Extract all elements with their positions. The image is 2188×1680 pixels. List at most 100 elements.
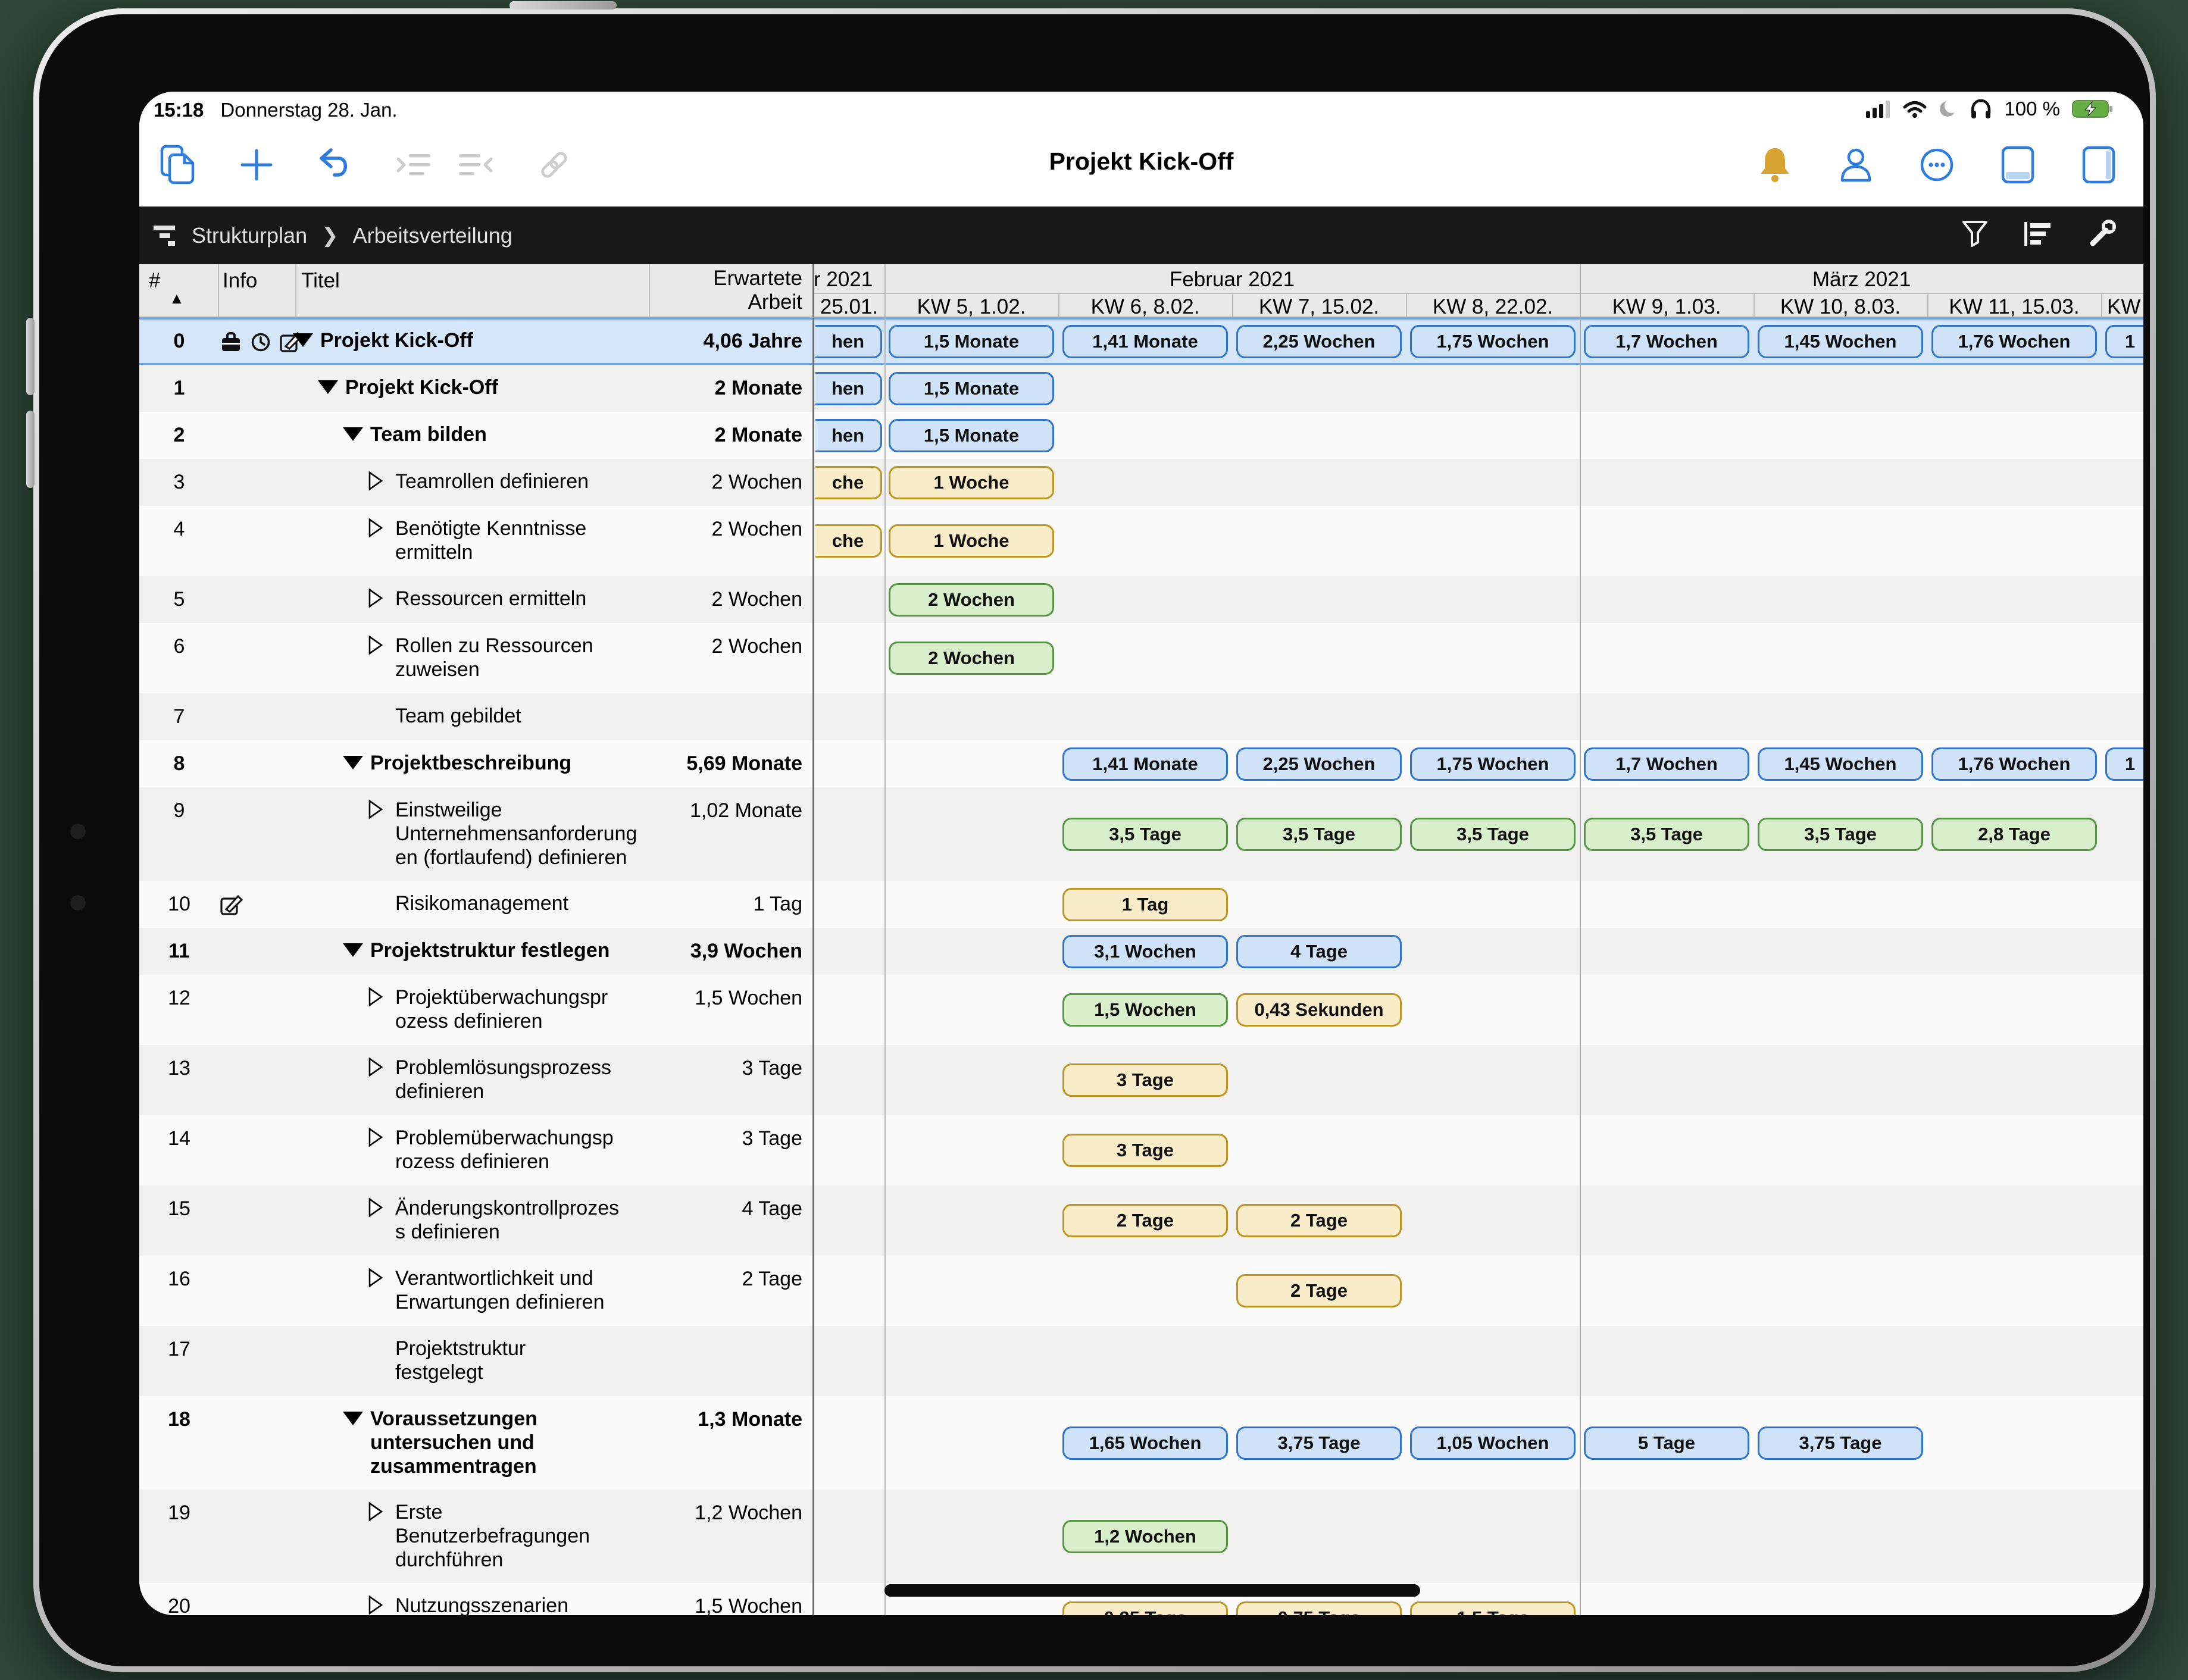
disclosure-triangle-collapsed-icon[interactable] xyxy=(368,1501,383,1525)
task-title: Problemüberwachungsp rozess definieren xyxy=(395,1126,614,1174)
table-row[interactable]: 11Projektstruktur festlegen3,9 Wochen xyxy=(139,928,2143,975)
row-number: 4 xyxy=(140,518,218,541)
table-row[interactable]: 2Team bilden2 Monate xyxy=(139,412,2143,459)
row-number: 13 xyxy=(140,1057,218,1080)
expected-work-value: 3 Tage xyxy=(649,1057,802,1080)
expected-work-value: 1,02 Monate xyxy=(649,799,802,822)
column-header-info[interactable]: Info xyxy=(223,269,257,293)
week-divider xyxy=(1406,293,1407,318)
view-options-icon xyxy=(2023,221,2053,247)
task-title: Verantwortlichkeit und Erwartungen defin… xyxy=(395,1266,605,1314)
week-header[interactable]: KW 8, 22.02. xyxy=(1406,295,1580,319)
bezel-dot xyxy=(70,824,86,839)
table-row[interactable]: 0Projekt Kick-Off4,06 Jahre xyxy=(139,318,2143,365)
table-row[interactable]: 19Erste Benutzerbefragungen durchführen1… xyxy=(139,1490,2143,1583)
settings-button[interactable] xyxy=(2087,219,2117,252)
week-divider xyxy=(1058,293,1059,318)
row-number: 15 xyxy=(140,1197,218,1221)
more-icon xyxy=(1918,146,1955,183)
column-header-title[interactable]: Titel xyxy=(301,269,340,293)
table-row[interactable]: 7Team gebildet xyxy=(139,693,2143,740)
week-header[interactable]: KW 7, 15.02. xyxy=(1232,295,1406,319)
app-screen: 15:18 Donnerstag 28. Jan. xyxy=(139,92,2143,1615)
bottom-panel-toggle[interactable] xyxy=(1997,143,2039,187)
headphones-icon xyxy=(1970,99,1992,119)
horizontal-scrollbar[interactable] xyxy=(884,1584,1420,1597)
row-number: 6 xyxy=(140,635,218,658)
outline-hierarchy-icon xyxy=(152,224,179,248)
expected-work-value: 3,9 Wochen xyxy=(649,940,802,963)
disclosure-triangle-collapsed-icon[interactable] xyxy=(368,635,383,658)
disclosure-triangle-collapsed-icon[interactable] xyxy=(368,1057,383,1080)
breadcrumb[interactable]: Strukturplan ❯ Arbeitsverteilung xyxy=(152,207,512,264)
account-button[interactable] xyxy=(1835,143,1877,187)
disclosure-triangle-collapsed-icon[interactable] xyxy=(368,1197,383,1221)
battery-percent: 100 % xyxy=(2004,98,2060,120)
breadcrumb-subview[interactable]: Arbeitsverteilung xyxy=(353,223,512,248)
expected-work-value: 1,3 Monate xyxy=(649,1408,802,1431)
disclosure-triangle-expanded-icon[interactable] xyxy=(343,756,363,769)
disclosure-triangle-expanded-icon[interactable] xyxy=(293,333,313,347)
task-title: Team bilden xyxy=(370,423,487,446)
column-header-work-line1[interactable]: Erwartete xyxy=(649,267,802,290)
table-row[interactable]: 6Rollen zu Ressourcen zuweisen2 Wochen xyxy=(139,623,2143,693)
filter-button[interactable] xyxy=(1961,220,1989,251)
breadcrumb-section[interactable]: Strukturplan xyxy=(192,223,307,248)
table-row[interactable]: 9Einstweilige Unternehmensanforderung en… xyxy=(139,787,2143,881)
column-header-number[interactable]: # xyxy=(149,269,160,293)
row-number: 20 xyxy=(140,1595,218,1615)
expected-work-value: 2 Wochen xyxy=(649,588,802,611)
disclosure-triangle-expanded-icon[interactable] xyxy=(318,380,338,394)
view-options-button[interactable] xyxy=(2023,221,2053,250)
disclosure-triangle-collapsed-icon[interactable] xyxy=(368,471,383,494)
disclosure-triangle-expanded-icon[interactable] xyxy=(343,1412,363,1425)
week-header[interactable]: KW xyxy=(2101,295,2143,319)
week-header[interactable]: KW 9, 1.03. xyxy=(1580,295,1753,319)
disclosure-triangle-expanded-icon[interactable] xyxy=(343,427,363,441)
table-row[interactable]: 12Projektüberwachungspr ozess definieren… xyxy=(139,975,2143,1045)
table-body: 0Projekt Kick-Off4,06 Jahre1Projekt Kick… xyxy=(139,318,2143,1615)
table-row[interactable]: 5Ressourcen ermitteln2 Wochen xyxy=(139,576,2143,623)
disclosure-triangle-collapsed-icon[interactable] xyxy=(368,1268,383,1291)
week-header[interactable]: KW 6, 8.02. xyxy=(1058,295,1232,319)
disclosure-triangle-expanded-icon[interactable] xyxy=(343,943,363,957)
table-row[interactable]: 13Problemlösungsprozess definieren3 Tage xyxy=(139,1045,2143,1115)
column-header-work-line2[interactable]: Arbeit xyxy=(649,290,802,314)
disclosure-triangle-collapsed-icon[interactable] xyxy=(368,987,383,1010)
week-header[interactable]: KW 10, 8.03. xyxy=(1753,295,1927,319)
right-panel-toggle[interactable] xyxy=(2078,143,2120,187)
table-row[interactable]: 4Benötigte Kenntnisse ermitteln2 Wochen xyxy=(139,506,2143,576)
disclosure-triangle-collapsed-icon[interactable] xyxy=(368,588,383,611)
week-divider xyxy=(1753,293,1755,318)
table-row[interactable]: 15Änderungskontrollprozes s definieren4 … xyxy=(139,1185,2143,1256)
more-button[interactable] xyxy=(1916,143,1958,187)
table-row[interactable]: 1Projekt Kick-Off2 Monate xyxy=(139,365,2143,412)
row-number: 18 xyxy=(140,1408,218,1431)
table-row[interactable]: 10Risikomanagement1 Tag xyxy=(139,881,2143,928)
expected-work-value: 2 Tage xyxy=(649,1268,802,1291)
table-row[interactable]: 17Projektstruktur festgelegt xyxy=(139,1326,2143,1396)
disclosure-triangle-collapsed-icon[interactable] xyxy=(368,518,383,541)
row-number: 8 xyxy=(140,752,218,775)
row-number: 0 xyxy=(140,330,218,353)
task-title: Änderungskontrollprozes s definieren xyxy=(395,1196,619,1244)
disclosure-triangle-collapsed-icon[interactable] xyxy=(368,799,383,822)
table-row[interactable]: 3Teamrollen definieren2 Wochen xyxy=(139,459,2143,506)
disclosure-triangle-collapsed-icon[interactable] xyxy=(368,1595,383,1615)
disclosure-triangle-collapsed-icon[interactable] xyxy=(368,1127,383,1150)
moon-icon xyxy=(1939,99,1958,118)
table-row[interactable]: 16Verantwortlichkeit und Erwartungen def… xyxy=(139,1256,2143,1326)
expected-work-value: 1,5 Wochen xyxy=(649,1595,802,1615)
week-divider xyxy=(1927,293,1928,318)
ipad-device-frame: 15:18 Donnerstag 28. Jan. xyxy=(33,8,2156,1672)
row-number: 7 xyxy=(140,705,218,728)
notifications-button[interactable] xyxy=(1754,143,1796,187)
bezel-dot xyxy=(70,895,86,911)
table-row[interactable]: 8Projektbeschreibung5,69 Monate xyxy=(139,740,2143,787)
week-header[interactable]: KW 5, 1.02. xyxy=(884,295,1058,319)
table-row[interactable]: 18Voraussetzungen untersuchen und zusamm… xyxy=(139,1396,2143,1490)
table-row[interactable]: 14Problemüberwachungsp rozess definieren… xyxy=(139,1115,2143,1185)
week-header[interactable]: 25.01. xyxy=(814,295,884,319)
week-header[interactable]: KW 11, 15.03. xyxy=(1927,295,2101,319)
header-divider xyxy=(649,264,650,318)
